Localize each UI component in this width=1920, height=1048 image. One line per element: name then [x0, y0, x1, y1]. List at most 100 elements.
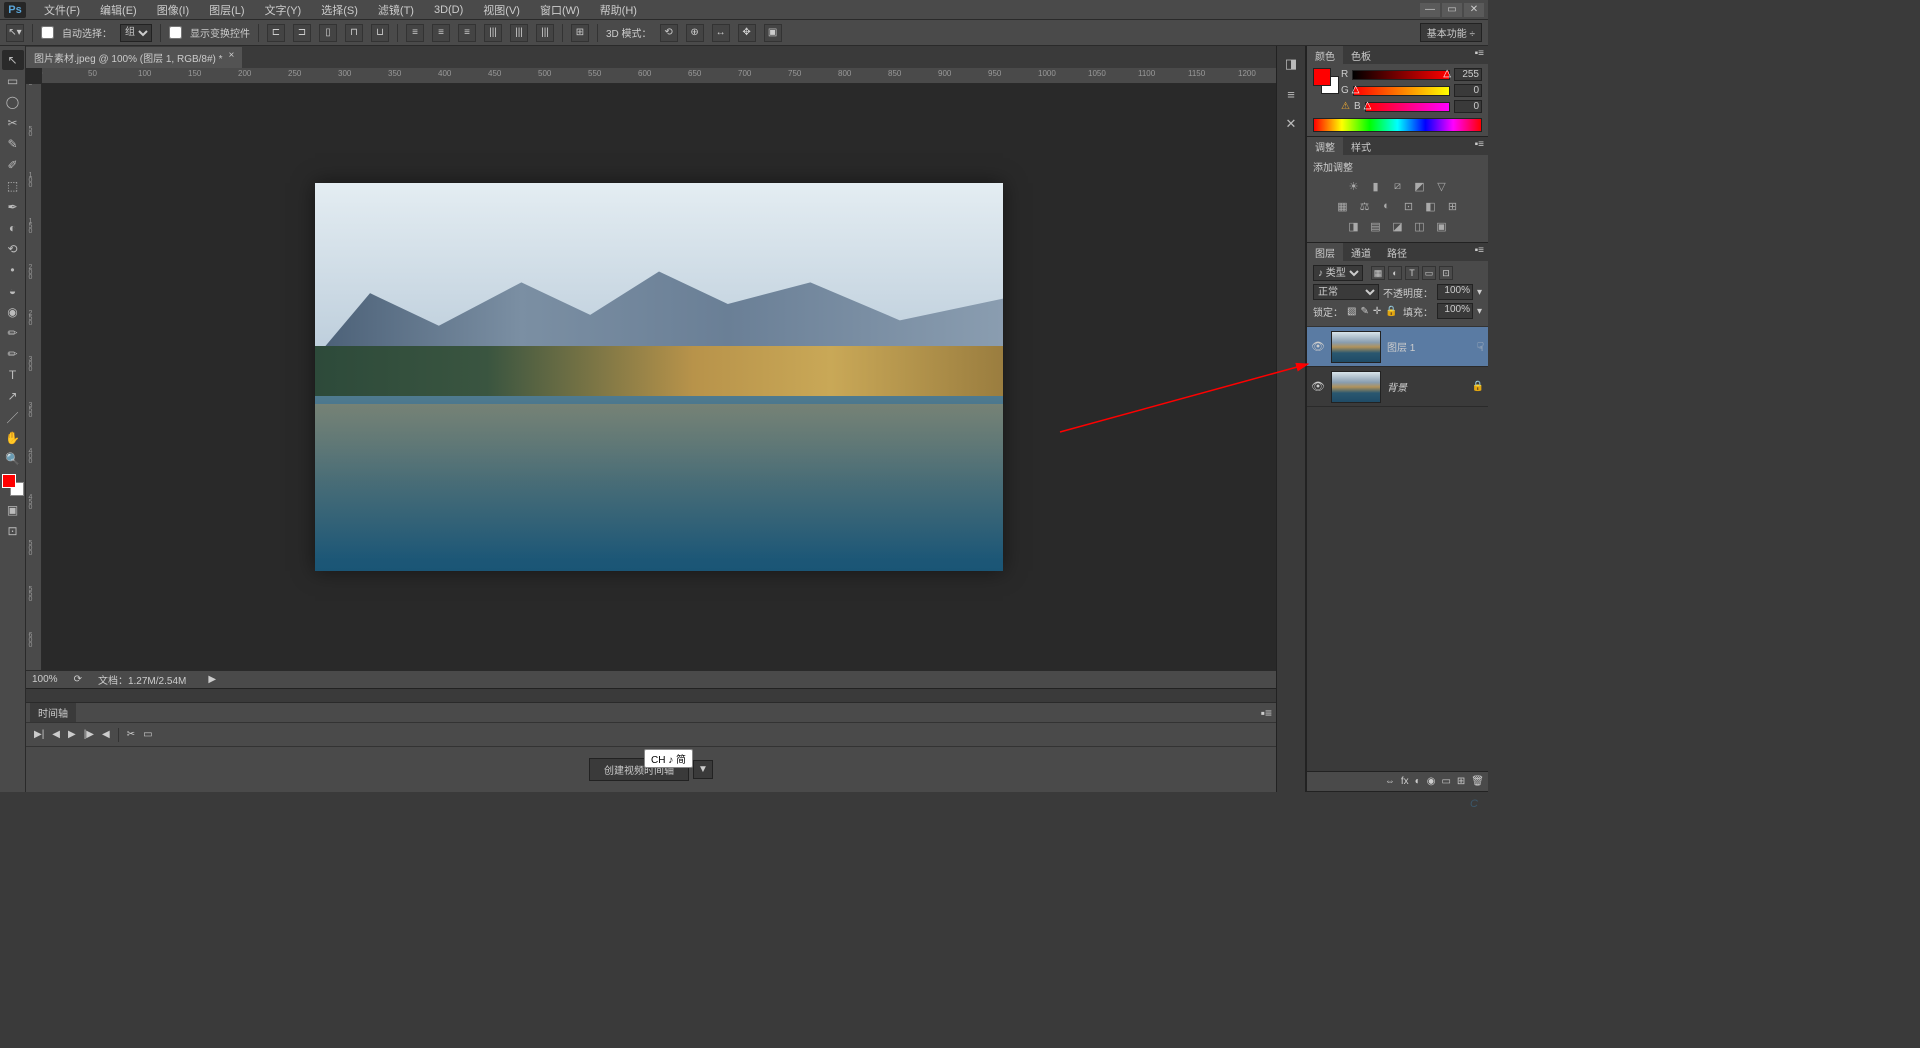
eyedropper-tool[interactable]: ✐: [2, 155, 24, 175]
g-value[interactable]: 0: [1454, 84, 1482, 97]
show-transform-checkbox[interactable]: [169, 26, 182, 39]
align-icon[interactable]: ⊓: [345, 24, 363, 42]
quickmask-tool[interactable]: ▣: [2, 500, 24, 520]
fg-swatch[interactable]: [1313, 68, 1331, 86]
timeline-transition-icon[interactable]: ▭: [143, 729, 152, 740]
new-layer-icon[interactable]: ⊞: [1457, 776, 1465, 787]
threshold-icon[interactable]: ◪: [1390, 218, 1406, 234]
dodge-tool[interactable]: ✏: [2, 323, 24, 343]
filter-adjust-icon[interactable]: ◐: [1388, 266, 1402, 280]
screenmode-tool[interactable]: ⊡: [2, 521, 24, 541]
r-value[interactable]: 255: [1454, 68, 1482, 81]
magic-tool[interactable]: ✂: [2, 113, 24, 133]
distribute-icon[interactable]: |||: [510, 24, 528, 42]
crop-tool[interactable]: ✎: [2, 134, 24, 154]
filter-shape-icon[interactable]: ▭: [1422, 266, 1436, 280]
bw-icon[interactable]: ◐: [1379, 198, 1395, 214]
channels-tab[interactable]: 通道: [1343, 243, 1379, 261]
zoom-tool[interactable]: 🔍: [2, 449, 24, 469]
refresh-icon[interactable]: ⟳: [74, 674, 82, 685]
menu-edit[interactable]: 编辑(E): [90, 0, 147, 20]
properties-dock-icon[interactable]: ≡: [1281, 84, 1301, 104]
align-icon[interactable]: ⊔: [371, 24, 389, 42]
history-dock-icon[interactable]: ◨: [1281, 54, 1301, 74]
3d-icon[interactable]: ↔: [712, 24, 730, 42]
3d-icon[interactable]: ✥: [738, 24, 756, 42]
levels-icon[interactable]: ▮: [1368, 178, 1384, 194]
path-tool[interactable]: ↗: [2, 386, 24, 406]
auto-select-dropdown[interactable]: 组: [120, 24, 152, 42]
menu-select[interactable]: 选择(S): [311, 0, 368, 20]
menu-image[interactable]: 图像(I): [147, 0, 199, 20]
brush-tool[interactable]: ✒: [2, 197, 24, 217]
poster-icon[interactable]: ▤: [1368, 218, 1384, 234]
opacity-value[interactable]: 100%: [1437, 284, 1473, 300]
photo-icon[interactable]: ⊡: [1401, 198, 1417, 214]
mask-icon[interactable]: ◐: [1415, 776, 1421, 787]
distribute-icon[interactable]: |||: [536, 24, 554, 42]
layer-name[interactable]: 背景: [1387, 379, 1466, 394]
curves-icon[interactable]: ⧄: [1390, 178, 1406, 194]
align-icon[interactable]: ▯: [319, 24, 337, 42]
document-tab[interactable]: 图片素材.jpeg @ 100% (图层 1, RGB/8#) * ×: [26, 47, 242, 68]
move-tool[interactable]: ↖: [2, 50, 24, 70]
filter-pixel-icon[interactable]: ▦: [1371, 266, 1385, 280]
filter-smart-icon[interactable]: ⊡: [1439, 266, 1453, 280]
marquee-tool[interactable]: ▭: [2, 71, 24, 91]
foreground-color[interactable]: [2, 474, 16, 488]
group-icon[interactable]: ▭: [1441, 776, 1450, 787]
panel-menu-icon[interactable]: ▪≡: [1261, 706, 1272, 720]
distribute-icon[interactable]: ≡: [406, 24, 424, 42]
blend-mode-dropdown[interactable]: 正常: [1313, 284, 1379, 300]
mixer-icon[interactable]: ◧: [1423, 198, 1439, 214]
autoalign-icon[interactable]: ⊞: [571, 24, 589, 42]
menu-filter[interactable]: 滤镜(T): [368, 0, 424, 20]
b-value[interactable]: 0: [1454, 100, 1482, 113]
delete-icon[interactable]: 🗑: [1471, 776, 1484, 787]
fill-layer-icon[interactable]: ◉: [1427, 776, 1436, 787]
lookup-icon[interactable]: ⊞: [1445, 198, 1461, 214]
b-slider[interactable]: △: [1365, 102, 1450, 112]
link-icon[interactable]: ⇔: [1385, 776, 1395, 787]
workspace-selector[interactable]: 基本功能 ÷: [1420, 23, 1482, 42]
info-arrow-icon[interactable]: ▶: [208, 674, 216, 685]
3d-icon[interactable]: ⟲: [660, 24, 678, 42]
playback-play-icon[interactable]: ▶: [68, 729, 76, 740]
close-button[interactable]: ✕: [1464, 3, 1484, 17]
color-tab[interactable]: 颜色: [1307, 46, 1343, 64]
exposure-icon[interactable]: ◩: [1412, 178, 1428, 194]
balance-icon[interactable]: ⚖: [1357, 198, 1373, 214]
vibrance-icon[interactable]: ▽: [1434, 178, 1450, 194]
pen-tool[interactable]: ✏: [2, 344, 24, 364]
healing-tool[interactable]: ⬚: [2, 176, 24, 196]
menu-help[interactable]: 帮助(H): [590, 0, 647, 20]
color-swatch[interactable]: [2, 474, 24, 496]
lasso-tool[interactable]: ◯: [2, 92, 24, 112]
layer-thumbnail[interactable]: [1331, 371, 1381, 403]
timeline-tab[interactable]: 时间轴: [30, 703, 76, 722]
layer-thumbnail[interactable]: [1331, 331, 1381, 363]
create-timeline-dropdown[interactable]: ▼: [693, 760, 713, 779]
g-slider[interactable]: △: [1353, 86, 1450, 96]
playback-next-icon[interactable]: |▶: [84, 729, 94, 740]
lock-all-icon[interactable]: 🔒: [1385, 306, 1397, 317]
fx-icon[interactable]: fx: [1401, 776, 1409, 787]
hue-icon[interactable]: ▦: [1335, 198, 1351, 214]
canvas[interactable]: [42, 84, 1276, 670]
stamp-tool[interactable]: ◐: [2, 218, 24, 238]
minimize-button[interactable]: —: [1420, 3, 1440, 17]
3d-icon[interactable]: ▣: [764, 24, 782, 42]
distribute-icon[interactable]: ≡: [432, 24, 450, 42]
align-icon[interactable]: ⊏: [267, 24, 285, 42]
char-dock-icon[interactable]: ✕: [1281, 114, 1301, 134]
lock-pixel-icon[interactable]: ✎: [1360, 306, 1368, 317]
layer-name[interactable]: 图层 1: [1387, 339, 1471, 354]
zoom-display[interactable]: 100%: [32, 674, 58, 685]
gradient-icon[interactable]: ◫: [1412, 218, 1428, 234]
panel-menu-icon[interactable]: ▪≡: [1471, 46, 1488, 64]
swatches-tab[interactable]: 色板: [1343, 46, 1379, 64]
layer-row[interactable]: 👁 背景 🔒: [1307, 367, 1488, 407]
blur-tool[interactable]: ◉: [2, 302, 24, 322]
panel-menu-icon[interactable]: ▪≡: [1471, 243, 1488, 261]
eraser-tool[interactable]: •: [2, 260, 24, 280]
